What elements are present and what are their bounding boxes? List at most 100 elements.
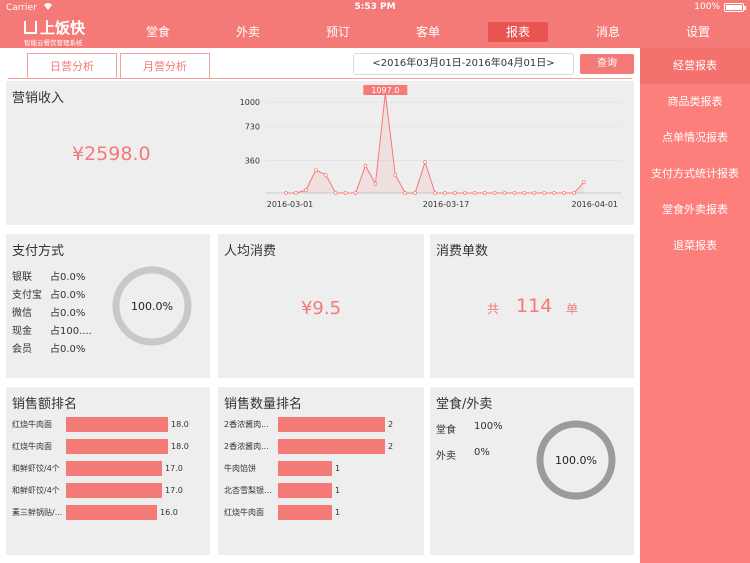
tab-divider [8, 78, 632, 79]
revenue-point [472, 191, 477, 195]
y-tick-label: 360 [245, 156, 260, 165]
date-range-picker[interactable]: <2016年03月01日-2016年04月01日> [353, 53, 574, 75]
rank-bar-value: 1 [335, 508, 341, 517]
sidebar-item-payment-report[interactable]: 支付方式统计报表 [640, 156, 750, 192]
sales-amount-rank-panel: 销售额排名 红烧牛肉面 18.0 红烧牛肉面 18.0 和鲜虾饺/4个 17.0 和鲜虾饺/… [6, 387, 210, 555]
revenue-point [333, 191, 338, 195]
rank-bar [66, 505, 157, 520]
rank-bar [278, 483, 332, 498]
order-count-panel: 消费单数 共 114 单 [430, 234, 634, 378]
revenue-point [323, 172, 328, 177]
revenue-line-chart: 1000 730 360 2016-03-01 2016-03-17 2016-04-01… [240, 85, 621, 209]
logo-subtitle: 智能云餐饮管理系统 [24, 39, 83, 47]
sales-qty-rank-title: 销售数量排名 [224, 397, 303, 412]
revenue-point [482, 191, 487, 195]
rank-bar-value: 1 [335, 464, 341, 473]
order-count-value: 114 [516, 295, 553, 317]
takeout-row: 外卖 0% [436, 447, 490, 462]
main-content: 日营分析 月营分析 <2016年03月01日-2016年04月01日> 查询 营… [0, 48, 640, 563]
revenue-amount: ¥2598.0 [72, 143, 151, 165]
rank-item-name: 2香浓酱肉... [224, 442, 269, 451]
payment-title: 支付方式 [12, 244, 65, 259]
sidebar-item-business-report[interactable]: 经营报表 [640, 48, 750, 84]
dine-takeout-donut-label: 100.0% [555, 454, 597, 467]
revenue-point [313, 168, 318, 173]
rank-bar [66, 439, 168, 454]
revenue-point [393, 172, 398, 177]
order-count-prefix: 共 [487, 302, 500, 316]
payment-panel: 支付方式 银联 占0.0% 支付宝 占0.0% 微信 占0.0% 现金 占100....… [6, 234, 210, 378]
revenue-area [286, 93, 584, 193]
rank-bar-value: 17.0 [165, 486, 183, 495]
nav-tab-dine-in[interactable]: 堂食 [128, 22, 188, 42]
tab-monthly-analysis[interactable]: 月营分析 [120, 53, 210, 79]
revenue-point [443, 191, 447, 195]
payment-donut-label: 100.0% [131, 300, 173, 313]
rank-bar-value: 1 [335, 486, 341, 495]
revenue-point [453, 191, 457, 195]
revenue-point [363, 163, 368, 168]
revenue-point [353, 191, 358, 195]
nav-tab-settings[interactable]: 设置 [668, 22, 728, 42]
rank-item-name: 红烧牛肉面 [12, 442, 52, 451]
rank-bar [278, 461, 332, 476]
sales-amount-rank-title: 销售额排名 [12, 397, 78, 412]
revenue-point [572, 191, 576, 195]
revenue-point [552, 191, 557, 195]
rank-bar [278, 505, 332, 520]
revenue-point [522, 191, 527, 195]
order-count-suffix: 单 [566, 302, 579, 316]
rank-item-name: 素三鲜锅贴/... [12, 508, 63, 517]
tab-daily-analysis[interactable]: 日营分析 [27, 53, 117, 79]
revenue-point [304, 188, 308, 193]
revenue-point [403, 191, 408, 195]
logo-icon [24, 21, 37, 34]
nav-tab-messages[interactable]: 消息 [578, 22, 638, 42]
revenue-point [492, 191, 497, 195]
status-bar: Carrier 5:53 PM 100% [0, 0, 750, 16]
revenue-point [413, 191, 417, 195]
peak-value-label: 1097.0 [371, 86, 399, 95]
rank-item-name: 红烧牛肉面 [12, 420, 52, 429]
y-tick-label: 1000 [240, 98, 260, 107]
nav-tab-customer-orders[interactable]: 客单 [398, 22, 458, 42]
rank-bar-value: 18.0 [171, 420, 189, 429]
rank-bar [66, 483, 162, 498]
status-time: 5:53 PM [354, 2, 396, 12]
rank-item-name: 和鲜虾饺/4个 [12, 464, 60, 473]
sales-qty-rank-panel: 销售数量排名 2香浓酱肉... 2 2香浓酱肉... 2 牛肉馅饼 1 北杏雪梨银... 1 红… [218, 387, 424, 555]
sidebar-item-dine-takeout-report[interactable]: 堂食外卖报表 [640, 192, 750, 228]
query-button[interactable]: 查询 [580, 54, 634, 74]
report-sidebar: 经营报表 商品类报表 点单情况报表 支付方式统计报表 堂食外卖报表 退菜报表 [640, 48, 750, 563]
revenue-point [462, 191, 467, 195]
revenue-point [512, 191, 517, 195]
payment-row-unionpay: 银联 占0.0% [12, 272, 86, 283]
nav-tab-reports[interactable]: 报表 [488, 22, 548, 42]
revenue-title: 营销收入 [12, 91, 65, 106]
payment-row-alipay: 支付宝 占0.0% [12, 290, 86, 301]
revenue-point [562, 191, 566, 195]
rank-bar [66, 417, 168, 432]
battery-indicator: 100% [694, 2, 746, 12]
logo-text: 上饭快 [40, 19, 86, 37]
rank-bar-value: 17.0 [165, 464, 183, 473]
rank-item-name: 牛肉馅饼 [224, 464, 256, 473]
nav-tab-takeout[interactable]: 外卖 [218, 22, 278, 42]
revenue-line [286, 93, 585, 194]
revenue-point [433, 191, 437, 195]
app-logo: 上饭快 智能云餐饮管理系统 [24, 16, 104, 48]
sidebar-item-product-report[interactable]: 商品类报表 [640, 84, 750, 120]
rank-bar [278, 417, 385, 432]
battery-icon [724, 2, 746, 12]
rank-bar-value: 2 [388, 442, 394, 451]
per-capita-panel: 人均消费 ¥9.5 [218, 234, 424, 378]
dine-in-row: 堂食 100% [436, 421, 503, 436]
sidebar-item-order-report[interactable]: 点单情况报表 [640, 120, 750, 156]
sidebar-item-return-report[interactable]: 退菜报表 [640, 228, 750, 264]
x-tick-label: 2016-04-01 [572, 200, 619, 209]
rank-item-name: 2香浓酱肉... [224, 420, 269, 429]
revenue-point [294, 191, 298, 195]
rank-bar [66, 461, 162, 476]
x-tick-label: 2016-03-17 [423, 200, 470, 209]
nav-tab-reservation[interactable]: 预订 [308, 22, 368, 42]
